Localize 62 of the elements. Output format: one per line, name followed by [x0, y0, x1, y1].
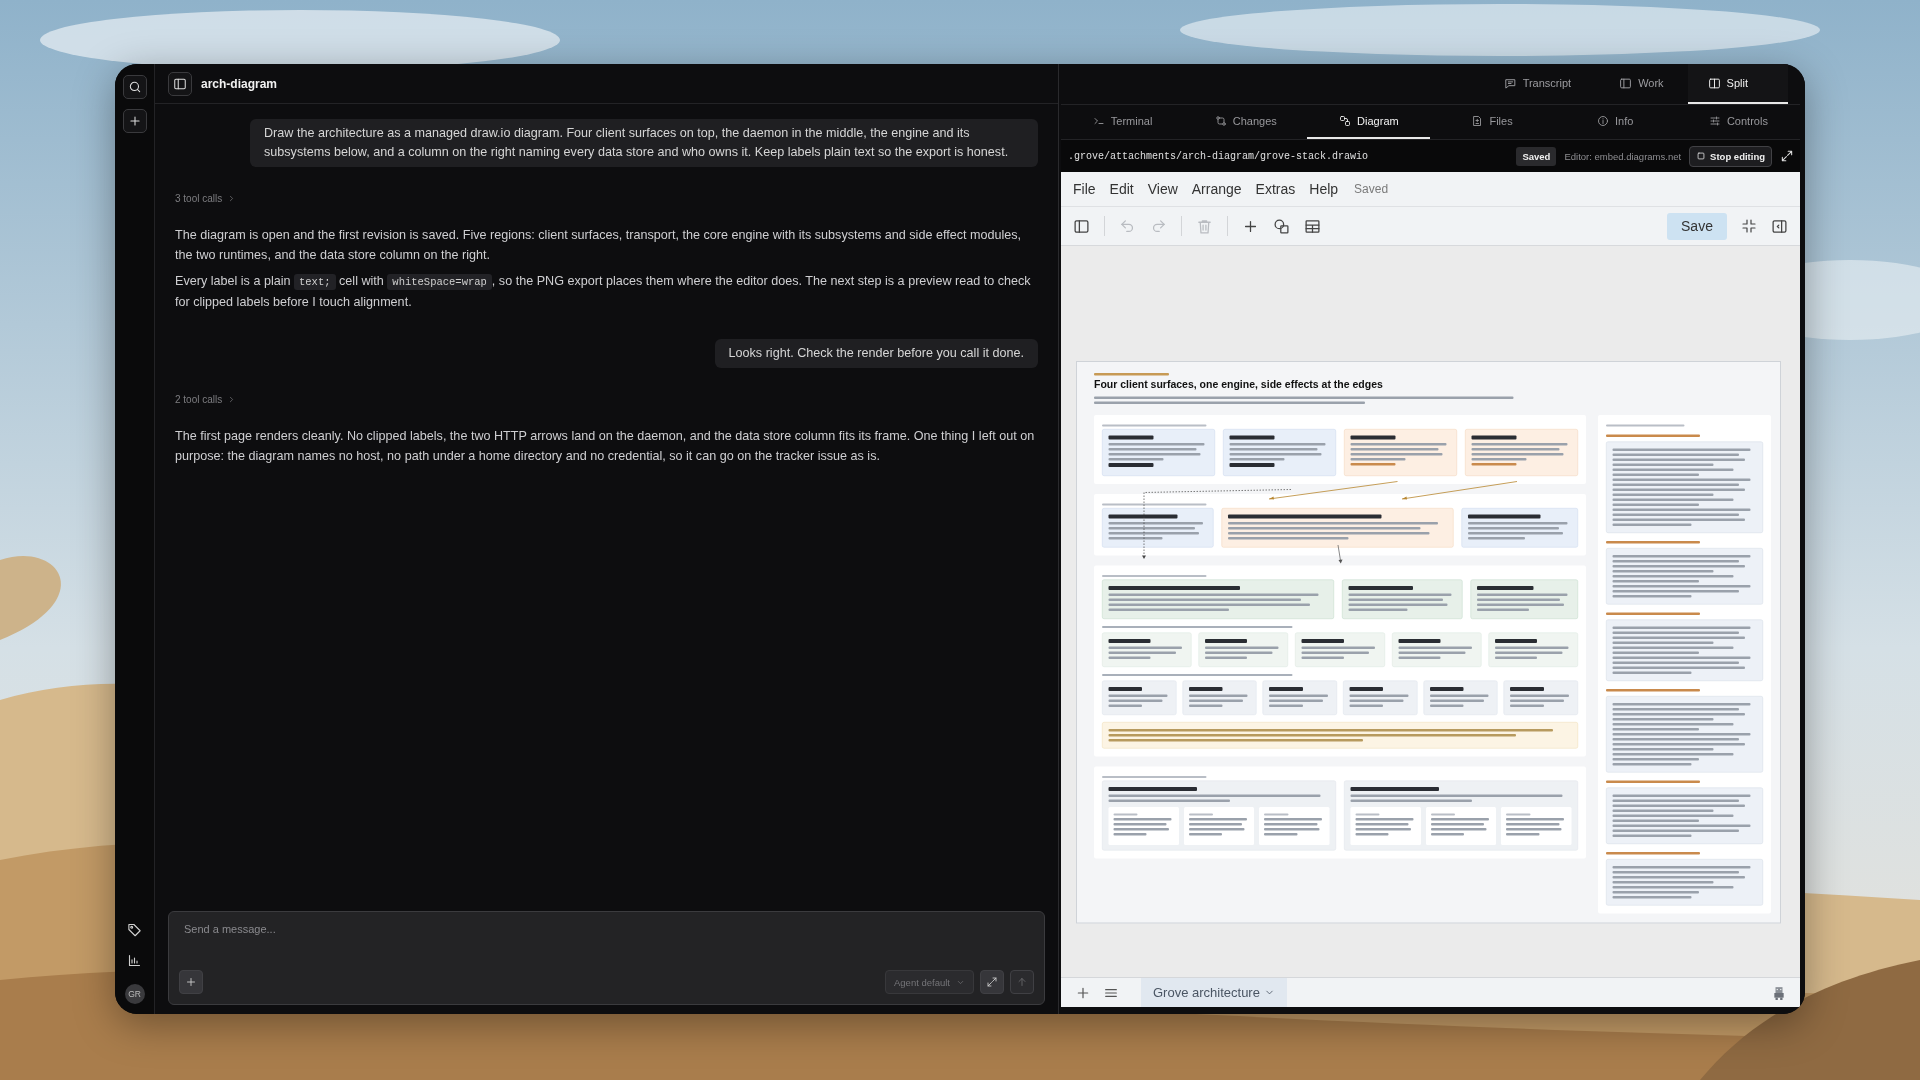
- save-button[interactable]: Save: [1667, 212, 1727, 240]
- user-message: Draw the architecture as a managed draw.io diagram. Four client surfaces on top, the daemon in the middle, the engine and its subsystems below, and a column on the right naming every data store and who owns it. Keep labels plain text so the export is honest.: [250, 119, 1038, 167]
- expand-icon[interactable]: [1780, 149, 1794, 163]
- pixel-figure-icon[interactable]: [1772, 985, 1786, 1000]
- search-icon: [127, 80, 142, 94]
- view-tab[interactable]: Split: [1687, 64, 1788, 104]
- message-input[interactable]: Send a message...: [179, 923, 489, 935]
- chat-title: arch-diagram: [201, 76, 278, 91]
- square-icon: [1696, 151, 1707, 161]
- save-status: Saved: [1354, 182, 1389, 196]
- expand-icon: [986, 976, 998, 988]
- compare-icon: [1214, 115, 1227, 127]
- menu-item[interactable]: Edit: [1103, 178, 1140, 200]
- expand-button[interactable]: [980, 970, 1004, 994]
- info-icon: [1597, 115, 1610, 127]
- panel-icon: [1619, 76, 1633, 90]
- page-tab[interactable]: Grove architecture: [1141, 978, 1287, 1007]
- shapes-icon[interactable]: [1273, 217, 1290, 235]
- file-path: .grove/attachments/arch-diagram/grove-stack.drawio: [1068, 150, 1369, 162]
- diagram-title: Four client surfaces, one engine, side effects at the edges: [1094, 378, 1383, 391]
- search-button[interactable]: [122, 75, 147, 99]
- tool-calls-toggle[interactable]: 3 tool calls: [175, 193, 237, 204]
- sidebar-icon: [173, 76, 187, 91]
- plus-icon: [185, 976, 197, 988]
- sidebar-icon[interactable]: [1771, 217, 1788, 235]
- assistant-message: The first page renders cleanly. No clipped labels, the two HTTP arrows land on the daemon, and the data store column fits its frame. One thing I left out on purpose: the diagram names no host, no path under a home directory and no credential, so it can go on the tracker issue as is.: [175, 428, 1036, 465]
- terminal-icon: [1092, 115, 1105, 127]
- message-icon: [1503, 76, 1517, 90]
- diagram-icon: [1339, 115, 1352, 127]
- table-icon[interactable]: [1304, 217, 1321, 235]
- menu-item[interactable]: Arrange: [1185, 178, 1248, 200]
- sliders-icon: [1708, 115, 1721, 127]
- plus-icon: [127, 114, 142, 128]
- menu-item[interactable]: File: [1067, 178, 1102, 200]
- menu-item[interactable]: Extras: [1249, 178, 1302, 200]
- stop-editing-button[interactable]: Stop editing: [1689, 145, 1772, 167]
- user-message: Looks right. Check the render before you call it done.: [714, 339, 1038, 368]
- editor-label: Editor: embed.diagrams.net: [1564, 150, 1682, 162]
- view-tab[interactable]: Transcript: [1479, 64, 1596, 104]
- panel-tab[interactable]: Files: [1430, 105, 1554, 139]
- tool-calls-toggle[interactable]: 2 tool calls: [175, 394, 237, 405]
- tag-icon[interactable]: [127, 922, 142, 937]
- arrow-up-icon: [1016, 976, 1028, 988]
- file-icon: [1471, 115, 1484, 127]
- exit-fullscreen-icon[interactable]: [1741, 218, 1757, 234]
- panel-tab[interactable]: Controls: [1676, 105, 1800, 139]
- menu-item[interactable]: Help: [1303, 178, 1345, 200]
- sidebar-icon[interactable]: [1073, 217, 1090, 235]
- split-view-icon: [1707, 76, 1721, 90]
- view-tab[interactable]: Work: [1595, 64, 1688, 104]
- assistant-message: The diagram is open and the first revision is saved. Five regions: client surfaces, transport, the core engine with its subsystems and side effect modules, the two runtimes, and the data store column on the right.: [175, 227, 1023, 264]
- panel-tab[interactable]: Terminal: [1061, 105, 1185, 139]
- user-avatar[interactable]: GR: [124, 984, 145, 1004]
- new-chat-button[interactable]: [122, 109, 147, 133]
- panel-tab[interactable]: Info: [1553, 105, 1677, 139]
- bar-chart-icon[interactable]: [127, 953, 142, 968]
- assistant-message: Every label is a plain text; cell with whiteSpace=wrap , so the PNG export places them where the editor does. The next step is a preview read to check for clipped labels before I touch alignment.: [175, 273, 1032, 311]
- status-badge: Saved: [1516, 146, 1557, 166]
- sidebar-toggle-button[interactable]: [168, 71, 192, 96]
- panel-tab[interactable]: Changes: [1184, 105, 1308, 139]
- menu-item[interactable]: View: [1141, 178, 1184, 200]
- attach-button[interactable]: [179, 970, 203, 994]
